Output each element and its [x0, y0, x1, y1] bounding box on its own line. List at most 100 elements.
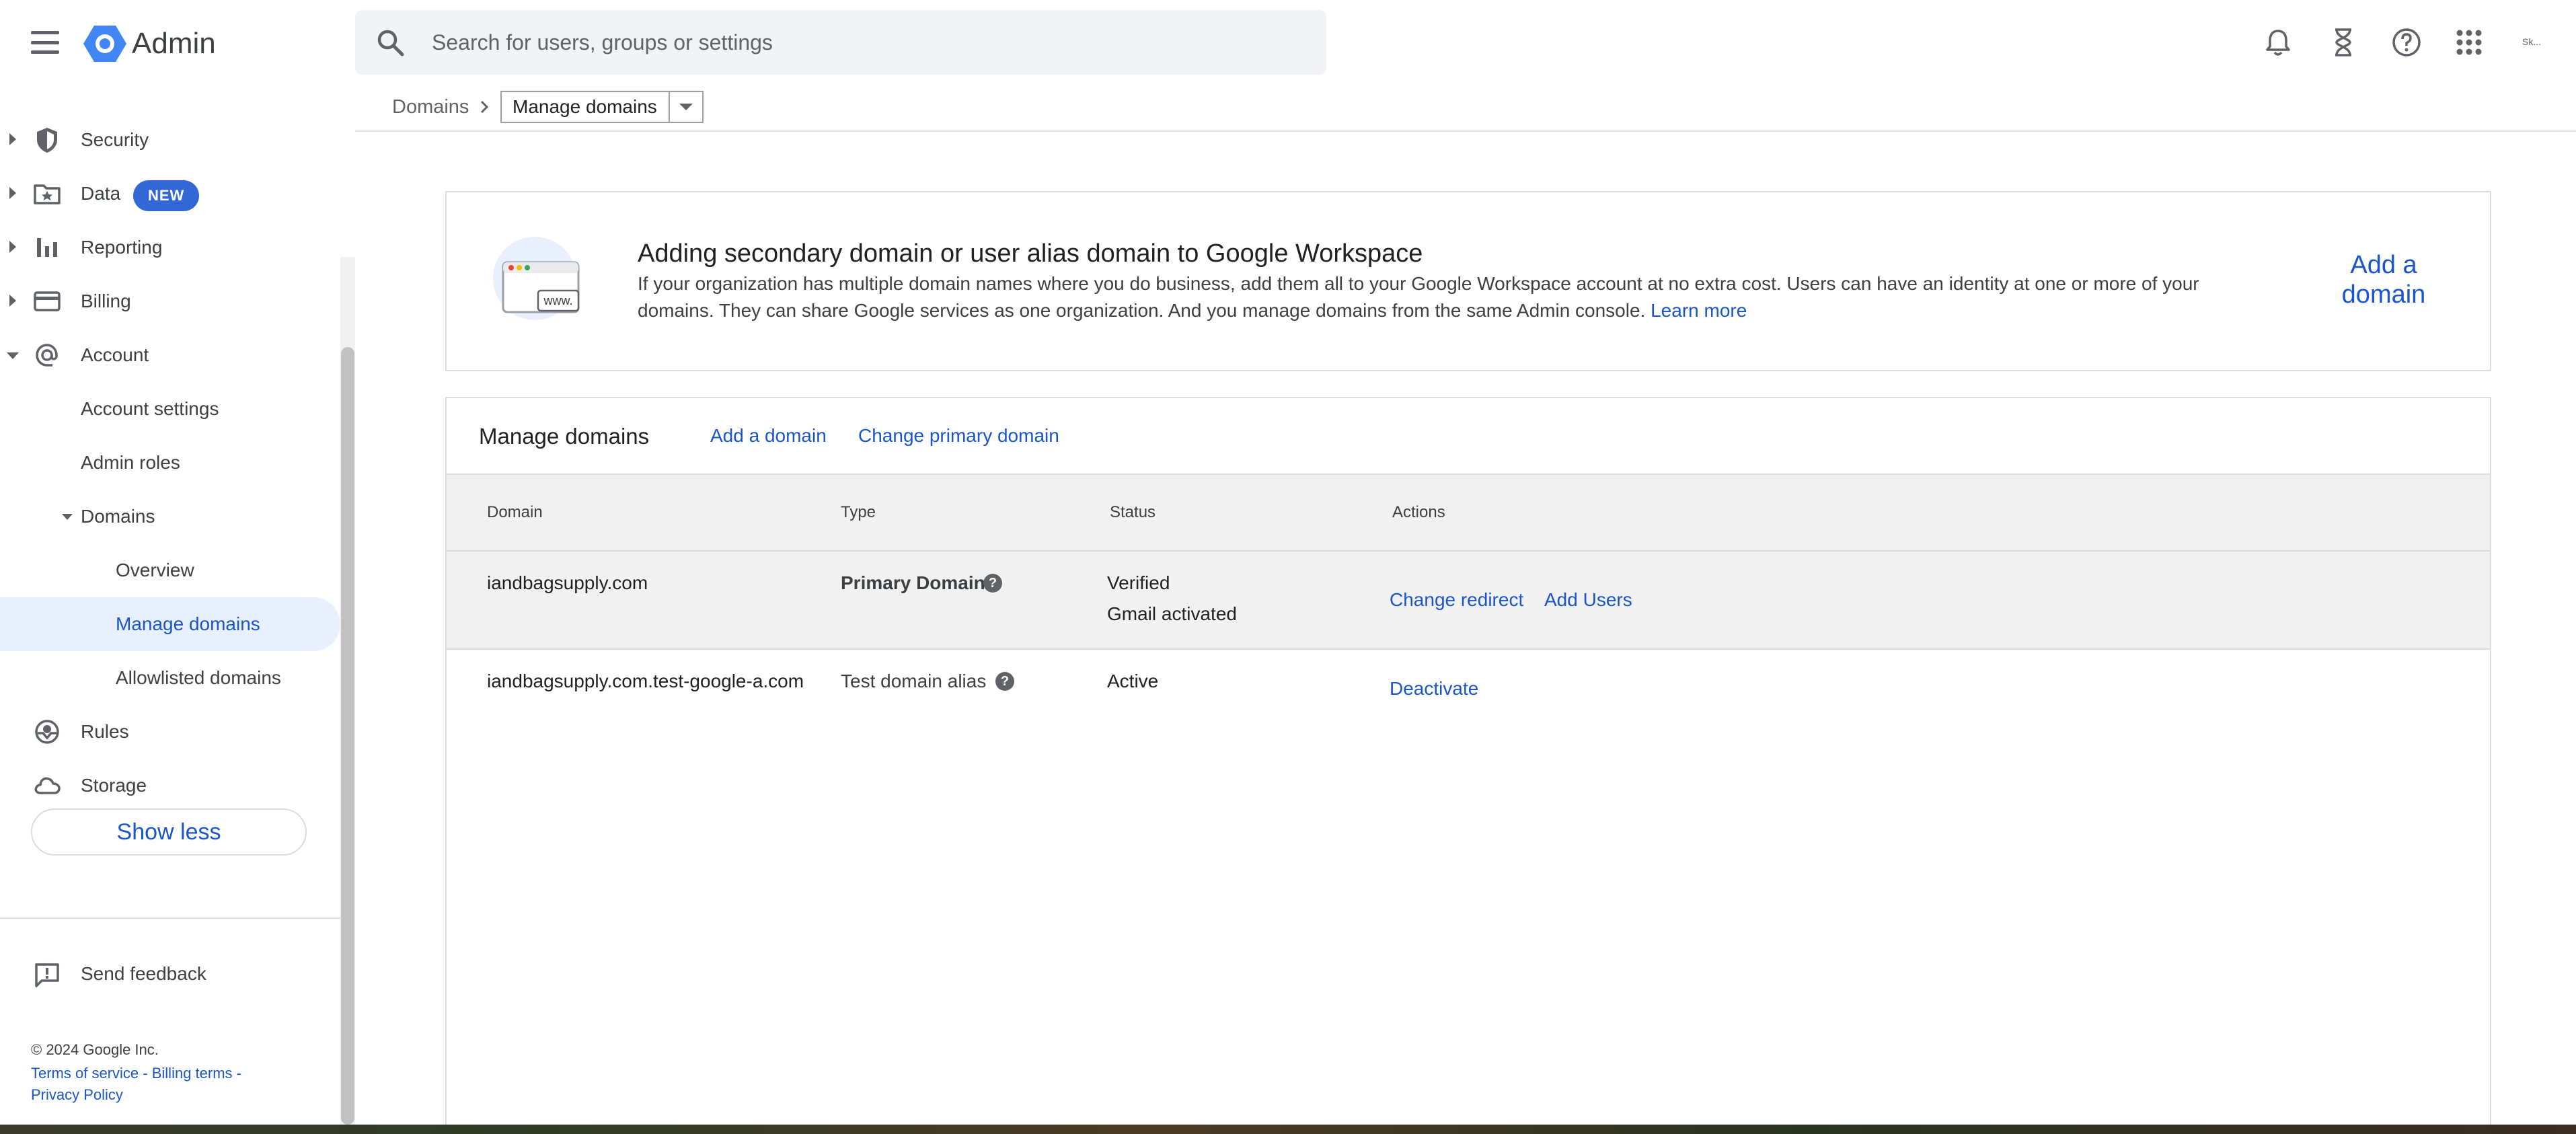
sidebar-item-label: Rules [81, 721, 129, 742]
learn-more-link[interactable]: Learn more [1651, 300, 1747, 321]
add-domain-banner-button[interactable]: Add a domain [2316, 250, 2451, 309]
folder-star-icon [34, 184, 61, 204]
admin-logo[interactable] [83, 24, 126, 63]
billing-terms-link[interactable]: Billing terms [152, 1065, 233, 1082]
app-title[interactable]: Admin [132, 24, 216, 63]
sidebar-item-data[interactable]: Data NEW [0, 167, 340, 221]
top-app-bar: Admin Sk... [0, 0, 2576, 85]
sidebar-item-billing[interactable]: Billing [0, 274, 340, 328]
sidebar-item-account[interactable]: Account [0, 328, 340, 382]
credit-card-icon [34, 291, 61, 311]
breadcrumb: Domains Manage domains [355, 85, 2576, 132]
sidebar-item-label: Overview [116, 560, 194, 580]
chevron-right-icon [480, 100, 489, 114]
sidebar-item-rules[interactable]: Rules [0, 705, 340, 759]
status-cell: Verified [1107, 572, 1170, 593]
table-header-row: Domain Type Status Actions [447, 475, 2490, 552]
status-cell: Active [1107, 671, 1159, 691]
tasks-hourglass-icon[interactable] [2326, 26, 2360, 59]
caret-down-icon [679, 104, 693, 110]
sidebar-item-account-settings[interactable]: Account settings [0, 382, 340, 436]
table-row[interactable]: iandbagsupply.com.test-google-a.com Test… [447, 650, 2490, 737]
caret-right-icon[interactable] [9, 241, 16, 253]
search-icon[interactable] [375, 28, 405, 57]
rules-icon [35, 720, 59, 744]
domain-illustration: www. [493, 237, 580, 320]
sidebar-item-label: Domains [81, 506, 155, 527]
sidebar-item-allowlisted-domains[interactable]: Allowlisted domains [0, 651, 340, 705]
add-users-link[interactable]: Add Users [1544, 589, 1632, 611]
domain-cell: iandbagsupply.com [487, 572, 648, 593]
at-sign-icon [36, 344, 58, 367]
sidebar-item-domains[interactable]: Domains [0, 490, 340, 543]
separator: - [143, 1065, 148, 1082]
send-feedback-item[interactable]: Send feedback [0, 951, 340, 998]
table-toolbar: Manage domains Add a domain Change prima… [447, 398, 2490, 475]
column-header-status[interactable]: Status [1110, 503, 1156, 522]
info-title: Adding secondary domain or user alias do… [638, 239, 1423, 268]
sidebar-item-admin-roles[interactable]: Admin roles [0, 436, 340, 490]
sidebar: Security Data NEW Reporting Billing Acco… [0, 85, 355, 1125]
breadcrumb-current-select[interactable]: Manage domains [500, 91, 704, 123]
help-icon[interactable]: ? [983, 574, 1002, 593]
manage-domains-card: Manage domains Add a domain Change prima… [445, 397, 2491, 1134]
footer-links: Terms of service - Billing terms - Priva… [31, 1063, 313, 1106]
cloud-icon [34, 777, 61, 794]
divider [0, 917, 340, 919]
breadcrumb-domains[interactable]: Domains [392, 96, 469, 118]
sidebar-item-storage[interactable]: Storage [0, 759, 340, 812]
sidebar-item-overview[interactable]: Overview [0, 543, 340, 597]
separator: - [236, 1065, 241, 1082]
sidebar-scrollbar-thumb[interactable] [341, 347, 354, 1125]
illustration-www-label: www. [543, 294, 572, 307]
help-icon[interactable]: ? [995, 672, 1014, 691]
new-badge: NEW [133, 180, 200, 211]
type-cell: Primary Domain [841, 572, 985, 593]
change-primary-domain-link[interactable]: Change primary domain [858, 425, 1059, 447]
caret-down-icon[interactable] [7, 352, 19, 359]
breadcrumb-current-label: Manage domains [513, 96, 657, 117]
sidebar-item-label: Security [81, 129, 149, 150]
add-domain-link[interactable]: Add a domain [710, 425, 827, 447]
account-avatar[interactable]: Sk... [2518, 30, 2545, 54]
column-header-domain[interactable]: Domain [487, 503, 543, 522]
info-body: If your organization has multiple domain… [638, 270, 2279, 324]
breadcrumb-dropdown-button[interactable] [669, 92, 702, 122]
domain-cell: iandbagsupply.com.test-google-a.com [487, 671, 804, 691]
caret-right-icon[interactable] [9, 187, 16, 199]
column-header-actions: Actions [1392, 503, 1445, 521]
caret-right-icon[interactable] [9, 133, 16, 145]
send-feedback-label: Send feedback [81, 963, 206, 984]
sidebar-item-security[interactable]: Security [0, 113, 340, 167]
terms-of-service-link[interactable]: Terms of service [31, 1065, 139, 1082]
help-icon[interactable] [2390, 26, 2423, 59]
shield-icon [37, 128, 57, 153]
apps-grid-icon[interactable] [2452, 26, 2486, 59]
sidebar-item-label: Allowlisted domains [116, 667, 281, 688]
status-cell-secondary: Gmail activated [1107, 603, 1237, 624]
sidebar-item-manage-domains[interactable]: Manage domains [0, 597, 340, 651]
search-bar[interactable] [355, 10, 1326, 75]
copyright-text: © 2024 Google Inc. [31, 1041, 159, 1058]
menu-icon[interactable] [27, 26, 63, 59]
sidebar-item-reporting[interactable]: Reporting [0, 221, 340, 274]
sidebar-item-label: Manage domains [116, 613, 260, 634]
column-header-type[interactable]: Type [841, 503, 876, 522]
desktop-wallpaper-strip [0, 1125, 2576, 1134]
show-less-button[interactable]: Show less [31, 808, 307, 856]
sidebar-item-label: Storage [81, 775, 147, 796]
sidebar-item-label: Account settings [81, 398, 219, 419]
table-row[interactable]: iandbagsupply.com Primary Domain ? Verif… [447, 552, 2490, 650]
feedback-icon [35, 963, 59, 987]
type-cell: Test domain alias [841, 671, 987, 691]
sidebar-item-label: Data [81, 183, 121, 204]
table-title: Manage domains [479, 424, 650, 449]
deactivate-link[interactable]: Deactivate [1390, 678, 1478, 700]
privacy-policy-link[interactable]: Privacy Policy [31, 1086, 123, 1103]
change-redirect-link[interactable]: Change redirect [1390, 589, 1523, 611]
sidebar-item-label: Reporting [81, 237, 163, 258]
search-input[interactable] [432, 10, 1306, 75]
caret-right-icon[interactable] [9, 295, 16, 307]
notifications-icon[interactable] [2261, 26, 2295, 59]
caret-down-icon[interactable] [62, 514, 73, 520]
